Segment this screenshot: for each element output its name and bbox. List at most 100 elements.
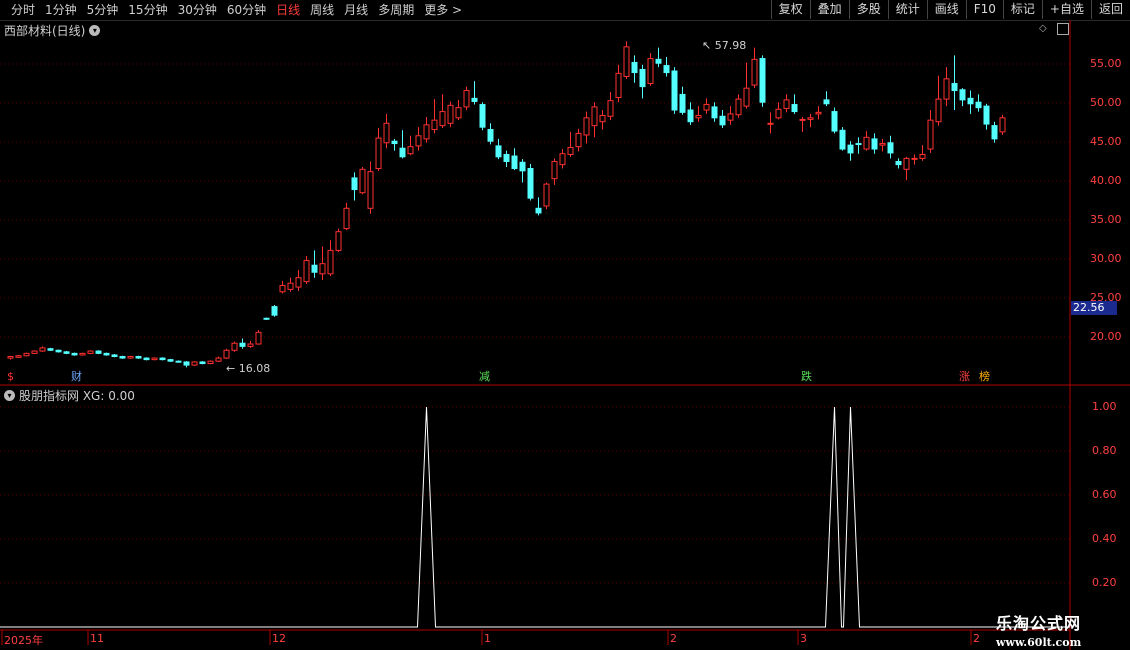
candle[interactable]: [79, 352, 86, 356]
candle[interactable]: [23, 352, 30, 357]
candle[interactable]: [343, 202, 350, 231]
chevron-down-icon[interactable]: ▾: [4, 390, 15, 401]
candle[interactable]: [175, 360, 182, 363]
candle[interactable]: [191, 361, 198, 366]
candle[interactable]: [311, 250, 318, 278]
candle[interactable]: [831, 107, 838, 134]
candle[interactable]: [791, 94, 798, 114]
candle[interactable]: [807, 113, 814, 128]
candle[interactable]: [799, 117, 806, 132]
candle[interactable]: [943, 67, 950, 107]
candle[interactable]: [983, 103, 990, 130]
event-marker[interactable]: $: [6, 370, 15, 383]
candle[interactable]: [871, 133, 878, 154]
candle[interactable]: [159, 357, 166, 361]
candle[interactable]: [439, 94, 446, 128]
candle[interactable]: [903, 156, 910, 181]
candle[interactable]: [247, 340, 254, 348]
candle[interactable]: [919, 145, 926, 161]
candle[interactable]: [647, 53, 654, 86]
candle[interactable]: [399, 130, 406, 159]
candle[interactable]: [863, 131, 870, 151]
candle[interactable]: [199, 361, 206, 365]
candle[interactable]: [39, 346, 46, 352]
candle[interactable]: [143, 357, 150, 361]
candle[interactable]: [663, 56, 670, 77]
candle[interactable]: [719, 110, 726, 128]
candle[interactable]: [279, 280, 286, 294]
candle[interactable]: [847, 141, 854, 161]
candle[interactable]: [751, 47, 758, 89]
candle[interactable]: [823, 91, 830, 107]
candle[interactable]: [471, 81, 478, 105]
candle[interactable]: [367, 161, 374, 214]
candle[interactable]: [63, 351, 70, 355]
candle[interactable]: [855, 137, 862, 154]
candle[interactable]: [991, 121, 998, 143]
candle[interactable]: [935, 75, 942, 126]
candle[interactable]: [207, 360, 214, 365]
candle[interactable]: [839, 127, 846, 151]
candle[interactable]: [271, 305, 278, 317]
candle[interactable]: [487, 123, 494, 145]
candle[interactable]: [511, 148, 518, 171]
candle[interactable]: [879, 138, 886, 152]
candle[interactable]: [887, 135, 894, 159]
candle[interactable]: [911, 154, 918, 165]
candle[interactable]: [463, 86, 470, 111]
candle[interactable]: [519, 159, 526, 183]
candle[interactable]: [295, 269, 302, 291]
candle[interactable]: [167, 358, 174, 362]
candle[interactable]: [967, 90, 974, 114]
candle[interactable]: [527, 163, 534, 201]
candle[interactable]: [375, 127, 382, 171]
candle[interactable]: [287, 277, 294, 292]
candle[interactable]: [623, 41, 630, 79]
candle[interactable]: [127, 355, 134, 359]
candle[interactable]: [759, 55, 766, 107]
candle[interactable]: [895, 158, 902, 169]
candle[interactable]: [239, 338, 246, 349]
candle[interactable]: [591, 102, 598, 138]
candle[interactable]: [479, 102, 486, 131]
candle[interactable]: [303, 255, 310, 284]
candle[interactable]: [999, 114, 1006, 135]
candle[interactable]: [255, 329, 262, 345]
candle[interactable]: [735, 94, 742, 118]
candle[interactable]: [103, 352, 110, 356]
candle[interactable]: [783, 94, 790, 113]
candle[interactable]: [263, 317, 270, 320]
candle[interactable]: [815, 106, 822, 120]
candle[interactable]: [607, 92, 614, 121]
event-marker[interactable]: 财: [70, 370, 83, 383]
candle[interactable]: [7, 355, 14, 360]
candle[interactable]: [615, 64, 622, 103]
candle[interactable]: [567, 131, 574, 157]
event-marker[interactable]: 跌: [800, 370, 813, 383]
candle[interactable]: [775, 102, 782, 120]
candle[interactable]: [87, 350, 94, 355]
candle[interactable]: [575, 128, 582, 152]
candle[interactable]: [183, 361, 190, 368]
candle[interactable]: [391, 138, 398, 151]
candle[interactable]: [711, 102, 718, 122]
candle[interactable]: [767, 112, 774, 134]
candle[interactable]: [359, 166, 366, 195]
candle[interactable]: [319, 246, 326, 281]
candle[interactable]: [423, 117, 430, 143]
candle[interactable]: [335, 228, 342, 252]
candle[interactable]: [639, 64, 646, 99]
candle[interactable]: [231, 341, 238, 352]
candle[interactable]: [215, 356, 222, 362]
candle[interactable]: [327, 240, 334, 277]
candle[interactable]: [599, 110, 606, 130]
candle[interactable]: [15, 354, 22, 359]
candle[interactable]: [559, 149, 566, 169]
candle[interactable]: [727, 106, 734, 125]
candle[interactable]: [631, 55, 638, 83]
candle[interactable]: [679, 86, 686, 115]
candle[interactable]: [447, 101, 454, 128]
candle[interactable]: [687, 102, 694, 125]
candle[interactable]: [55, 349, 62, 353]
candle[interactable]: [151, 357, 158, 361]
